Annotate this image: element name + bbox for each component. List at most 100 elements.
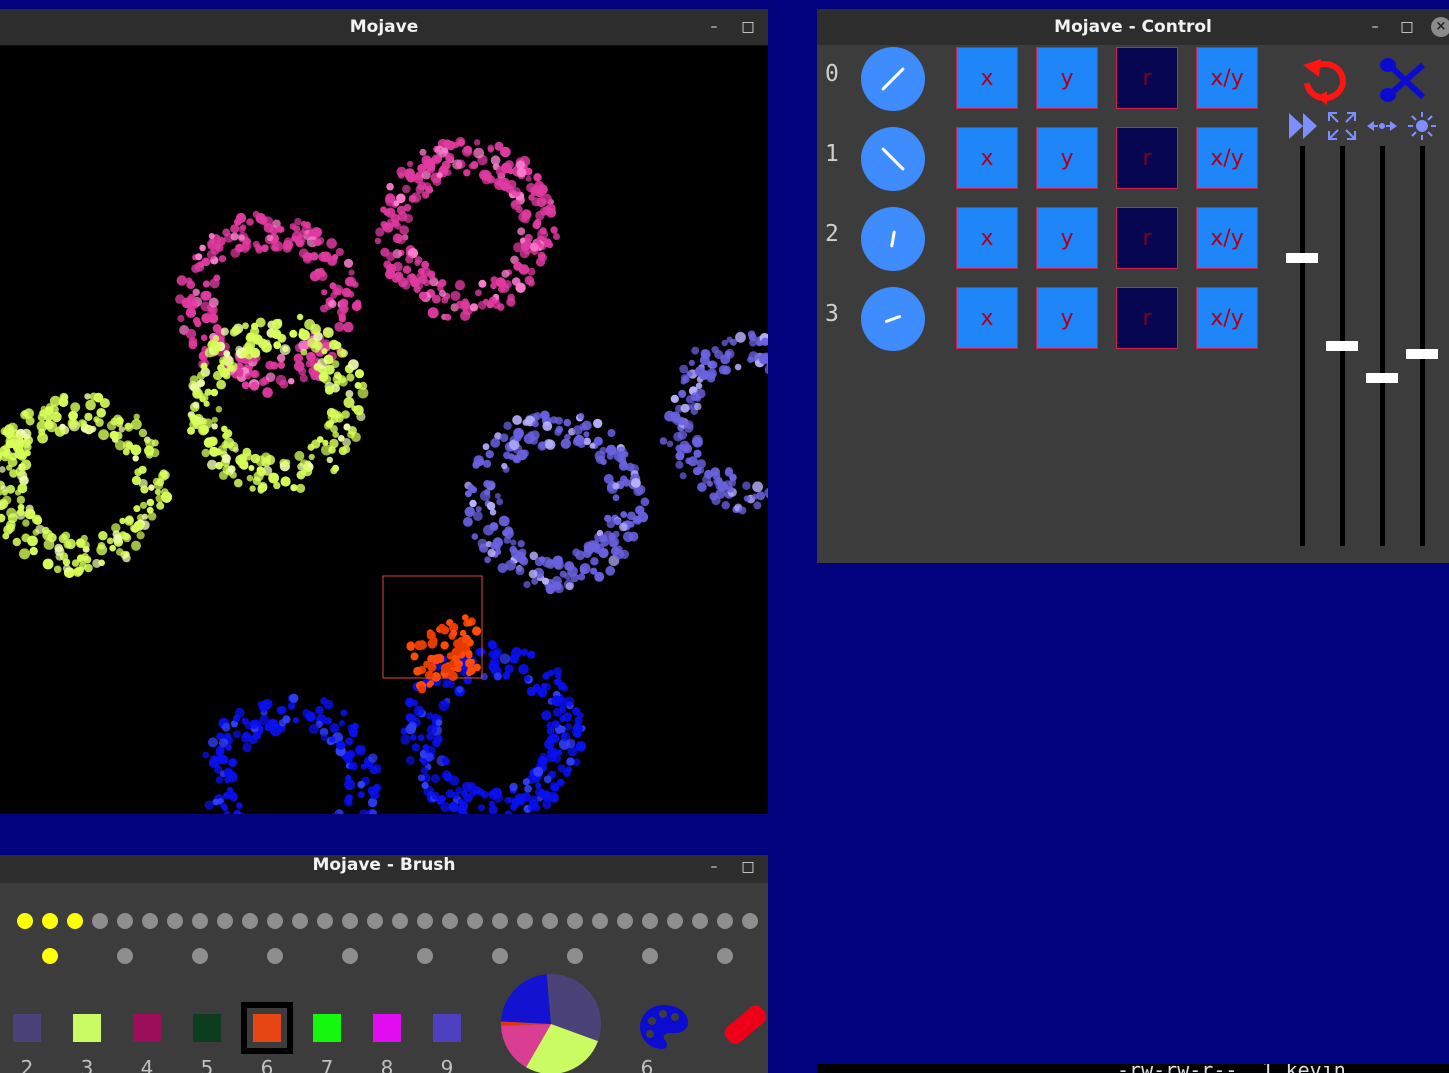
brush-density-dot[interactable] bbox=[42, 948, 58, 964]
color-swatch-3[interactable] bbox=[73, 1014, 101, 1042]
axis-button-r[interactable]: r bbox=[1116, 47, 1178, 109]
pie-slice[interactable] bbox=[501, 974, 551, 1024]
minimize-button[interactable]: – bbox=[702, 855, 726, 885]
brush-size-dot[interactable] bbox=[442, 913, 458, 929]
axis-button-r[interactable]: r bbox=[1116, 207, 1178, 269]
color-swatch-4[interactable] bbox=[133, 1014, 161, 1042]
palette-icon[interactable] bbox=[638, 1003, 690, 1051]
axis-button-xy[interactable]: x/y bbox=[1196, 287, 1258, 349]
drawing-canvas[interactable] bbox=[0, 46, 768, 814]
slider-thumb-scale[interactable] bbox=[1326, 341, 1358, 351]
maximize-button[interactable]: □ bbox=[736, 855, 760, 885]
expand-icon[interactable] bbox=[1327, 111, 1357, 141]
axis-button-r[interactable]: r bbox=[1116, 127, 1178, 189]
fast-forward-icon[interactable] bbox=[1289, 113, 1319, 139]
color-swatch-2[interactable] bbox=[13, 1014, 41, 1042]
brush-size-dot[interactable] bbox=[67, 913, 83, 929]
brush-size-dot[interactable] bbox=[642, 913, 658, 929]
rotation-knob[interactable] bbox=[861, 47, 925, 111]
slider-thumb-spread[interactable] bbox=[1366, 373, 1398, 383]
scissors-icon[interactable] bbox=[1379, 57, 1429, 103]
minimize-button[interactable]: – bbox=[702, 9, 726, 45]
axis-button-y[interactable]: y bbox=[1036, 207, 1098, 269]
brush-size-dot[interactable] bbox=[342, 913, 358, 929]
axis-button-x[interactable]: x bbox=[956, 127, 1018, 189]
brush-size-dot[interactable] bbox=[142, 913, 158, 929]
brush-size-dot[interactable] bbox=[267, 913, 283, 929]
slider-thumb-speed[interactable] bbox=[1286, 253, 1318, 263]
brush-size-dot[interactable] bbox=[42, 913, 58, 929]
brush-size-dot[interactable] bbox=[667, 913, 683, 929]
color-swatch-5[interactable] bbox=[193, 1014, 221, 1042]
contract-icon[interactable] bbox=[1367, 117, 1397, 135]
brush-size-dot[interactable] bbox=[517, 913, 533, 929]
brush-size-dot[interactable] bbox=[92, 913, 108, 929]
color-swatch-7[interactable] bbox=[313, 1014, 341, 1042]
axis-button-x[interactable]: x bbox=[956, 207, 1018, 269]
color-mix-pie[interactable] bbox=[500, 973, 602, 1073]
brush-size-dot[interactable] bbox=[492, 913, 508, 929]
brush-size-dot[interactable] bbox=[242, 913, 258, 929]
brush-size-dot[interactable] bbox=[567, 913, 583, 929]
brush-size-dot[interactable] bbox=[117, 913, 133, 929]
brush-size-dot[interactable] bbox=[17, 913, 33, 929]
brightness-icon[interactable] bbox=[1407, 111, 1437, 141]
brush-density-dot[interactable] bbox=[342, 948, 358, 964]
brush-density-dot[interactable] bbox=[642, 948, 658, 964]
axis-button-r[interactable]: r bbox=[1116, 287, 1178, 349]
brush-size-dot[interactable] bbox=[617, 913, 633, 929]
brush-size-dot[interactable] bbox=[367, 913, 383, 929]
axis-button-xy[interactable]: x/y bbox=[1196, 47, 1258, 109]
brush-size-dot[interactable] bbox=[192, 913, 208, 929]
slider-track-brightness[interactable] bbox=[1420, 146, 1425, 546]
color-swatch-9[interactable] bbox=[433, 1014, 461, 1042]
particle-canvas[interactable] bbox=[0, 46, 768, 814]
axis-button-y[interactable]: y bbox=[1036, 47, 1098, 109]
axis-button-xy[interactable]: x/y bbox=[1196, 127, 1258, 189]
brush-size-dot[interactable] bbox=[292, 913, 308, 929]
brush-density-dot[interactable] bbox=[417, 948, 433, 964]
brush-size-dot[interactable] bbox=[542, 913, 558, 929]
axis-button-x[interactable]: x bbox=[956, 47, 1018, 109]
brush-density-dot[interactable] bbox=[717, 948, 733, 964]
brush-size-dot[interactable] bbox=[317, 913, 333, 929]
brush-density-dot[interactable] bbox=[267, 948, 283, 964]
slider-track-speed[interactable] bbox=[1300, 146, 1305, 546]
maximize-button[interactable]: □ bbox=[736, 9, 760, 45]
maximize-button[interactable]: □ bbox=[1395, 9, 1419, 45]
control-titlebar[interactable]: Mojave - Control bbox=[817, 9, 1449, 45]
undo-icon[interactable] bbox=[1297, 57, 1349, 107]
color-swatch-8[interactable] bbox=[373, 1014, 401, 1042]
brush-density-dot[interactable] bbox=[567, 948, 583, 964]
brush-titlebar[interactable]: Mojave - Brush bbox=[0, 855, 768, 883]
brush-size-dot[interactable] bbox=[692, 913, 708, 929]
brush-size-dot[interactable] bbox=[742, 913, 758, 929]
brush-size-dot[interactable] bbox=[592, 913, 608, 929]
brush-size-dot[interactable] bbox=[392, 913, 408, 929]
rotation-knob[interactable] bbox=[861, 207, 925, 271]
minimize-button[interactable]: – bbox=[1363, 9, 1387, 45]
brush-size-dot[interactable] bbox=[717, 913, 733, 929]
slider-track-spread[interactable] bbox=[1380, 146, 1385, 546]
brush-size-dot[interactable] bbox=[217, 913, 233, 929]
main-titlebar[interactable]: Mojave bbox=[0, 9, 768, 45]
rotation-knob[interactable] bbox=[861, 127, 925, 191]
color-swatch-6[interactable] bbox=[241, 1002, 293, 1054]
brush-window: Mojave - Brush – □ 2 3 4 5 6 7 8 9 6 bbox=[0, 855, 768, 1073]
axis-button-xy[interactable]: x/y bbox=[1196, 207, 1258, 269]
row-label: 3 bbox=[825, 301, 839, 327]
brush-density-dot[interactable] bbox=[192, 948, 208, 964]
rotation-knob[interactable] bbox=[861, 287, 925, 351]
axis-button-x[interactable]: x bbox=[956, 287, 1018, 349]
brush-size-dot[interactable] bbox=[467, 913, 483, 929]
axis-button-y[interactable]: y bbox=[1036, 287, 1098, 349]
brush-size-dot[interactable] bbox=[417, 913, 433, 929]
axis-button-y[interactable]: y bbox=[1036, 127, 1098, 189]
eraser-icon[interactable] bbox=[718, 1003, 768, 1053]
brush-density-dot[interactable] bbox=[492, 948, 508, 964]
swatch-label: 4 bbox=[140, 1056, 154, 1073]
brush-density-dot[interactable] bbox=[117, 948, 133, 964]
brush-size-dot[interactable] bbox=[167, 913, 183, 929]
close-button[interactable]: × bbox=[1431, 17, 1449, 37]
slider-thumb-brightness[interactable] bbox=[1406, 349, 1438, 359]
